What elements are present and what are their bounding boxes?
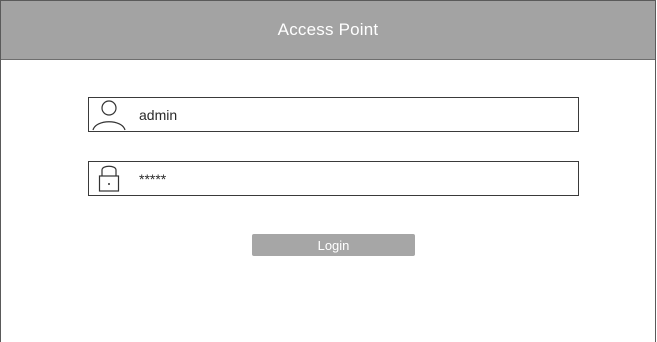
- user-icon: [89, 98, 129, 131]
- username-input[interactable]: [129, 98, 578, 131]
- password-input[interactable]: [129, 162, 578, 195]
- login-button[interactable]: Login: [252, 234, 415, 256]
- title-bar: Access Point: [1, 1, 655, 60]
- username-field[interactable]: [88, 97, 579, 132]
- password-field[interactable]: [88, 161, 579, 196]
- access-point-window: Access Point Login: [0, 0, 656, 342]
- window-title: Access Point: [277, 20, 379, 39]
- lock-icon: [89, 162, 129, 195]
